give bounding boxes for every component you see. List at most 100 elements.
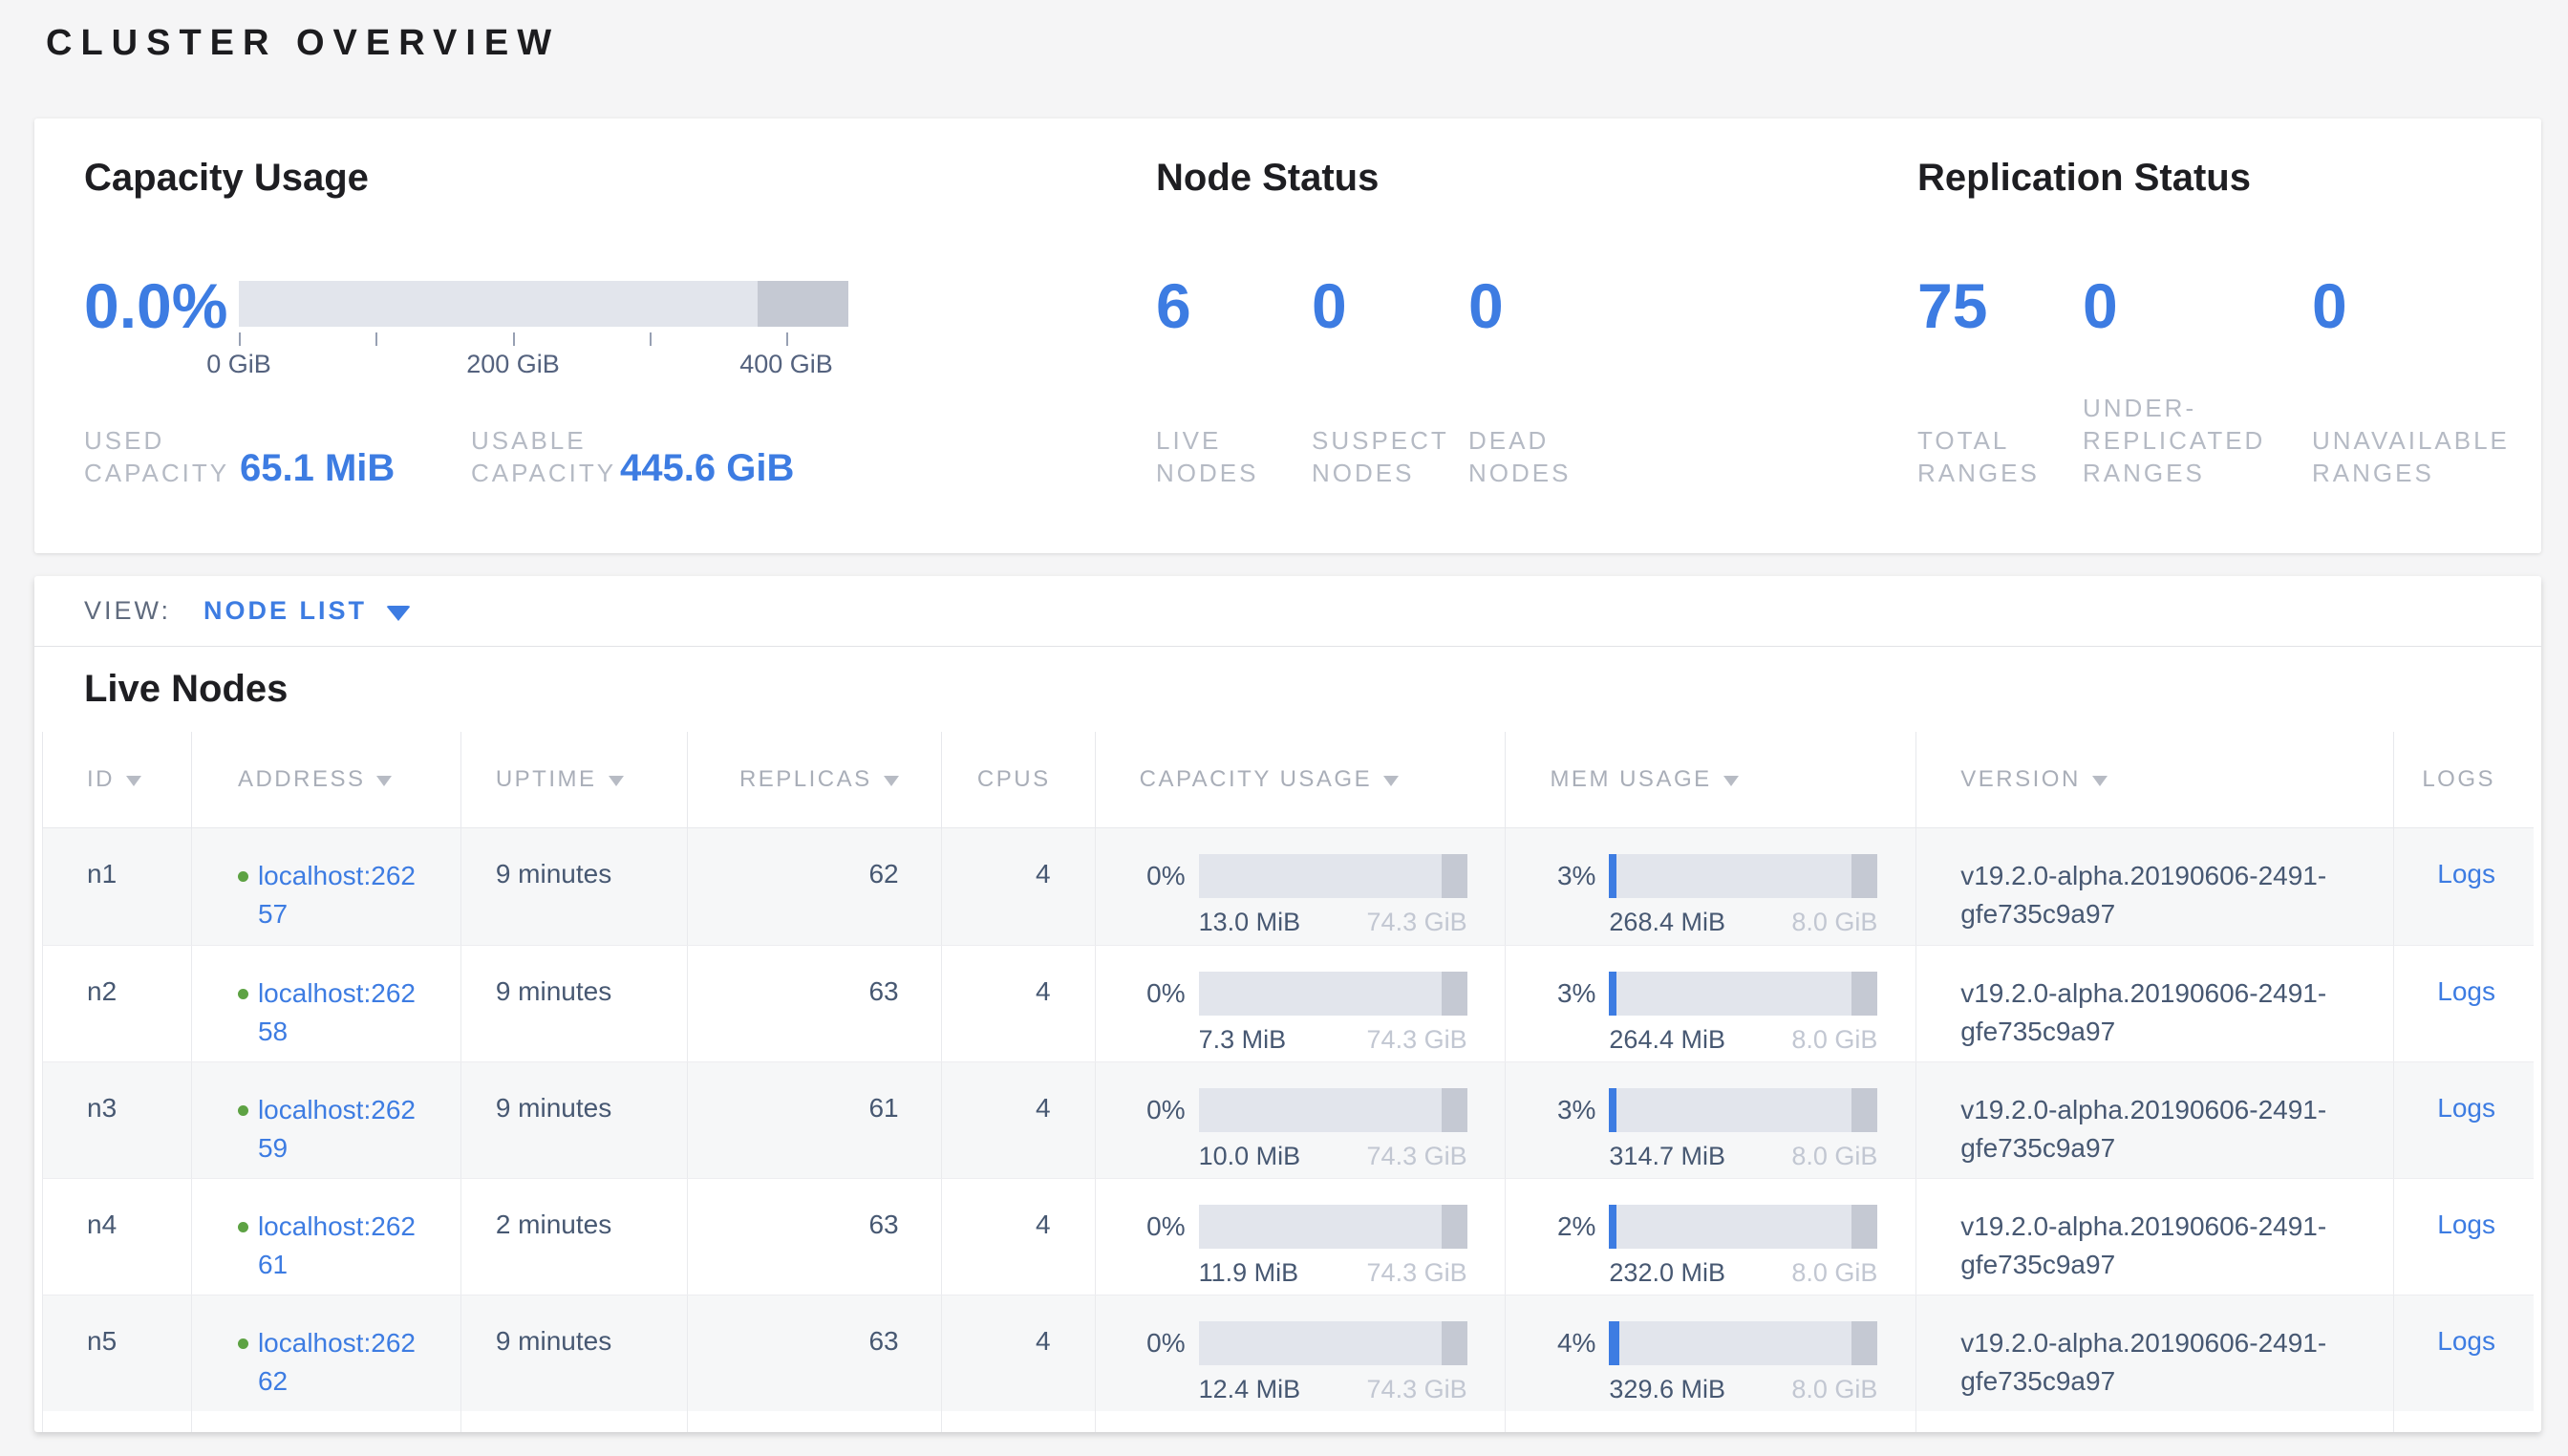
node-id-cell: n5 <box>43 1295 192 1411</box>
node-address-cell: localhost:26261 <box>192 1179 461 1295</box>
capacity-usage-title: Capacity Usage <box>84 157 369 200</box>
memory-bar-fill <box>1609 1321 1619 1365</box>
logs-link[interactable]: Logs <box>2437 1326 2495 1356</box>
capacity-used-value: 7.3 MiB <box>1199 1025 1287 1055</box>
version-cell: v19.2.0-alpha.20190606-2491-gfe735c9a97 <box>1916 946 2394 1061</box>
capacity-bar-reserved-segment <box>1442 972 1467 1016</box>
cell <box>2394 1411 2534 1432</box>
capacity-usage-section: Capacity Usage 0.0% 0 GiB 200 GiB 400 Gi… <box>84 118 1135 553</box>
node-address-link[interactable]: localhost:26261 <box>258 1208 422 1284</box>
column-label: VERSION <box>1960 766 2081 793</box>
column-header-mem-usage[interactable]: MEM USAGE <box>1506 732 1916 827</box>
capacity-bar <box>1199 1321 1467 1365</box>
live-status-dot-icon <box>238 1105 248 1116</box>
node-address-link[interactable]: localhost:26262 <box>258 1324 422 1401</box>
memory-used-value: 268.4 MiB <box>1609 908 1725 937</box>
live-status-dot-icon <box>238 1338 248 1349</box>
capacity-bar <box>1199 972 1467 1016</box>
used-capacity-label: USED CAPACITY <box>84 424 229 489</box>
uptime-cell: 9 minutes <box>461 1062 688 1178</box>
memory-bar-reserved-segment <box>1851 854 1877 898</box>
column-header-replicas[interactable]: REPLICAS <box>688 732 942 827</box>
column-label: UPTIME <box>496 766 597 793</box>
table-row: n1 localhost:26257 9 minutes 62 4 0% 13.… <box>42 828 2534 945</box>
unavailable-ranges-count: 0 <box>2312 264 2347 348</box>
node-address-link[interactable]: localhost:26257 <box>258 857 422 933</box>
memory-percent: 3% <box>1506 854 1609 898</box>
memory-total-value: 8.0 GiB <box>1791 1375 1877 1404</box>
axis-tick-label: 200 GiB <box>466 350 560 379</box>
label-line: LIVE <box>1156 424 1258 457</box>
label-line: CAPACITY <box>84 457 229 489</box>
label-line: RANGES <box>2083 457 2265 489</box>
node-address-link[interactable]: localhost:26258 <box>258 974 422 1051</box>
live-nodes-heading: Live Nodes <box>34 647 2541 732</box>
uptime-cell: 2 minutes <box>461 1179 688 1295</box>
memory-total-value: 8.0 GiB <box>1791 1142 1877 1171</box>
axis-tick <box>239 332 241 346</box>
memory-percent: 4% <box>1506 1321 1609 1365</box>
chevron-down-icon <box>386 606 411 621</box>
axis-tick <box>513 332 515 346</box>
label-line: REPLICATED <box>2083 424 2265 457</box>
cpus-cell: 4 <box>942 1062 1096 1178</box>
memory-percent: 3% <box>1506 1088 1609 1132</box>
sort-arrow-icon <box>884 776 899 786</box>
node-address-cell: localhost:26262 <box>192 1295 461 1411</box>
view-bar: VIEW: NODE LIST <box>34 576 2541 647</box>
logs-link[interactable]: Logs <box>2437 1093 2495 1123</box>
capacity-bar-reserved-segment <box>1442 854 1467 898</box>
label-line: NODES <box>1312 457 1449 489</box>
view-selected-value: NODE LIST <box>203 596 367 626</box>
under-replicated-ranges-label: UNDER- REPLICATED RANGES <box>2083 392 2265 489</box>
logs-link[interactable]: Logs <box>2437 1210 2495 1239</box>
column-label: REPLICAS <box>739 766 872 793</box>
node-address-link[interactable]: localhost:26259 <box>258 1091 422 1167</box>
view-selector-dropdown[interactable]: NODE LIST <box>203 596 411 626</box>
suspect-nodes-count: 0 <box>1312 264 1347 348</box>
replicas-cell: 63 <box>688 1295 942 1411</box>
column-label: MEM USAGE <box>1550 766 1711 793</box>
memory-bar <box>1609 1088 1877 1132</box>
logs-link[interactable]: Logs <box>2437 859 2495 889</box>
column-header-uptime[interactable]: UPTIME <box>461 732 688 827</box>
mem-usage-cell: 3% 314.7 MiB 8.0 GiB <box>1506 1062 1916 1178</box>
capacity-bar-reserved-segment <box>1442 1205 1467 1249</box>
memory-percent: 3% <box>1506 972 1609 1016</box>
replicas-cell: 62 <box>688 828 942 945</box>
axis-tick <box>650 332 652 346</box>
mem-usage-cell: 3% 268.4 MiB 8.0 GiB <box>1506 828 1916 945</box>
memory-bar-fill <box>1609 972 1616 1016</box>
uptime-cell: 9 minutes <box>461 828 688 945</box>
node-address-cell: localhost:26259 <box>192 1062 461 1178</box>
replication-status-section: Replication Status 75 0 0 TOTAL RANGES U… <box>1917 118 2534 553</box>
logs-link[interactable]: Logs <box>2437 976 2495 1006</box>
label-line: DEAD <box>1468 424 1571 457</box>
memory-bar <box>1609 854 1877 898</box>
column-header-capacity-usage[interactable]: CAPACITY USAGE <box>1096 732 1507 827</box>
column-header-address[interactable]: ADDRESS <box>192 732 461 827</box>
column-header-id[interactable]: ID <box>43 732 192 827</box>
axis-tick <box>786 332 788 346</box>
capacity-usage-cell: 0% 13.0 MiB 74.3 GiB <box>1096 828 1507 945</box>
live-nodes-count: 6 <box>1156 264 1191 348</box>
node-id-cell: n3 <box>43 1062 192 1178</box>
replicas-cell: 63 <box>688 1179 942 1295</box>
label-line: USABLE <box>471 424 616 457</box>
capacity-total-value: 74.3 GiB <box>1367 1025 1467 1055</box>
capacity-percent: 0% <box>1096 1205 1199 1249</box>
table-row-partial <box>42 1411 2534 1432</box>
label-line: RANGES <box>1917 457 2040 489</box>
capacity-bar <box>1199 1205 1467 1249</box>
memory-total-value: 8.0 GiB <box>1791 1025 1877 1055</box>
uptime-cell: 9 minutes <box>461 946 688 1061</box>
total-ranges-label: TOTAL RANGES <box>1917 424 2040 489</box>
capacity-used-value: 10.0 MiB <box>1199 1142 1301 1171</box>
cell <box>688 1411 942 1432</box>
axis-tick <box>375 332 377 346</box>
column-header-version[interactable]: VERSION <box>1916 732 2394 827</box>
cell <box>461 1411 688 1432</box>
logs-cell: Logs <box>2394 1062 2534 1178</box>
version-cell: v19.2.0-alpha.20190606-2491-gfe735c9a97 <box>1916 1179 2394 1295</box>
table-row: n2 localhost:26258 9 minutes 63 4 0% 7.3… <box>42 945 2534 1061</box>
